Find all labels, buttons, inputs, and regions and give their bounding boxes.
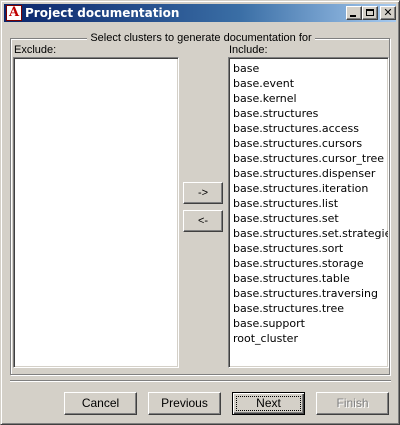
app-icon-glyph: A — [8, 5, 20, 20]
include-list-item[interactable]: base.structures.cursors — [232, 136, 388, 151]
include-list-item[interactable]: base.structures.dispenser — [232, 166, 388, 181]
include-list-item[interactable]: base.structures.list — [232, 196, 388, 211]
include-list-item[interactable]: base.structures.set — [232, 211, 388, 226]
include-list-item[interactable]: base.event — [232, 76, 388, 91]
include-list-item[interactable]: base.structures.iteration — [232, 181, 388, 196]
include-list-item[interactable]: base.structures.access — [232, 121, 388, 136]
include-list-item[interactable]: base.structures.tree — [232, 301, 388, 316]
include-list-item[interactable]: root_cluster — [232, 331, 388, 346]
previous-label: Previous — [161, 396, 208, 410]
focus-rectangle — [236, 396, 301, 411]
include-label: Include: — [229, 44, 268, 56]
move-to-include-button[interactable]: -> — [183, 182, 223, 204]
cancel-button[interactable]: Cancel — [64, 392, 137, 415]
finish-button[interactable]: Finish — [316, 392, 389, 415]
include-listbox[interactable]: base base.event base.kernel base.structures… — [228, 57, 389, 368]
exclude-listbox[interactable] — [13, 57, 179, 368]
cancel-label: Cancel — [81, 396, 120, 410]
move-to-include-label: -> — [197, 187, 209, 199]
window-title: Project documentation — [25, 6, 180, 20]
move-to-exclude-label: <- — [197, 215, 209, 227]
include-list-item[interactable]: base.structures — [232, 106, 388, 121]
include-list-item[interactable]: base.structures.storage — [232, 256, 388, 271]
close-button[interactable]: ✕ — [380, 6, 396, 20]
include-list-item[interactable]: base — [232, 61, 388, 76]
include-list-item[interactable]: base.kernel — [232, 91, 388, 106]
project-documentation-dialog: A Project documentation ✕ Select cluster… — [0, 0, 400, 425]
title-bar[interactable]: A Project documentation ✕ — [4, 4, 396, 22]
include-list-item[interactable]: base.structures.table — [232, 271, 388, 286]
exclude-label: Exclude: — [14, 44, 57, 56]
eiffel-app-icon: A — [6, 5, 22, 21]
close-icon: ✕ — [383, 6, 393, 19]
maximize-icon — [366, 9, 374, 16]
previous-button[interactable]: Previous — [148, 392, 221, 415]
move-to-exclude-button[interactable]: <- — [183, 210, 223, 232]
include-list-item[interactable]: base.structures.cursor_tree — [232, 151, 388, 166]
minimize-button[interactable] — [346, 6, 362, 20]
next-button[interactable]: Next — [232, 392, 305, 415]
include-list-item[interactable]: base.support — [232, 316, 388, 331]
include-list-item[interactable]: base.structures.set.strategies — [232, 226, 388, 241]
maximize-button[interactable] — [362, 6, 378, 20]
include-list-item[interactable]: base.structures.sort — [232, 241, 388, 256]
footer-separator — [10, 380, 391, 382]
finish-label: Finish — [336, 396, 369, 410]
include-items-list: base base.event base.kernel base.structures… — [232, 61, 388, 346]
include-list-item[interactable]: base.structures.traversing — [232, 286, 388, 301]
minimize-icon — [350, 15, 356, 17]
